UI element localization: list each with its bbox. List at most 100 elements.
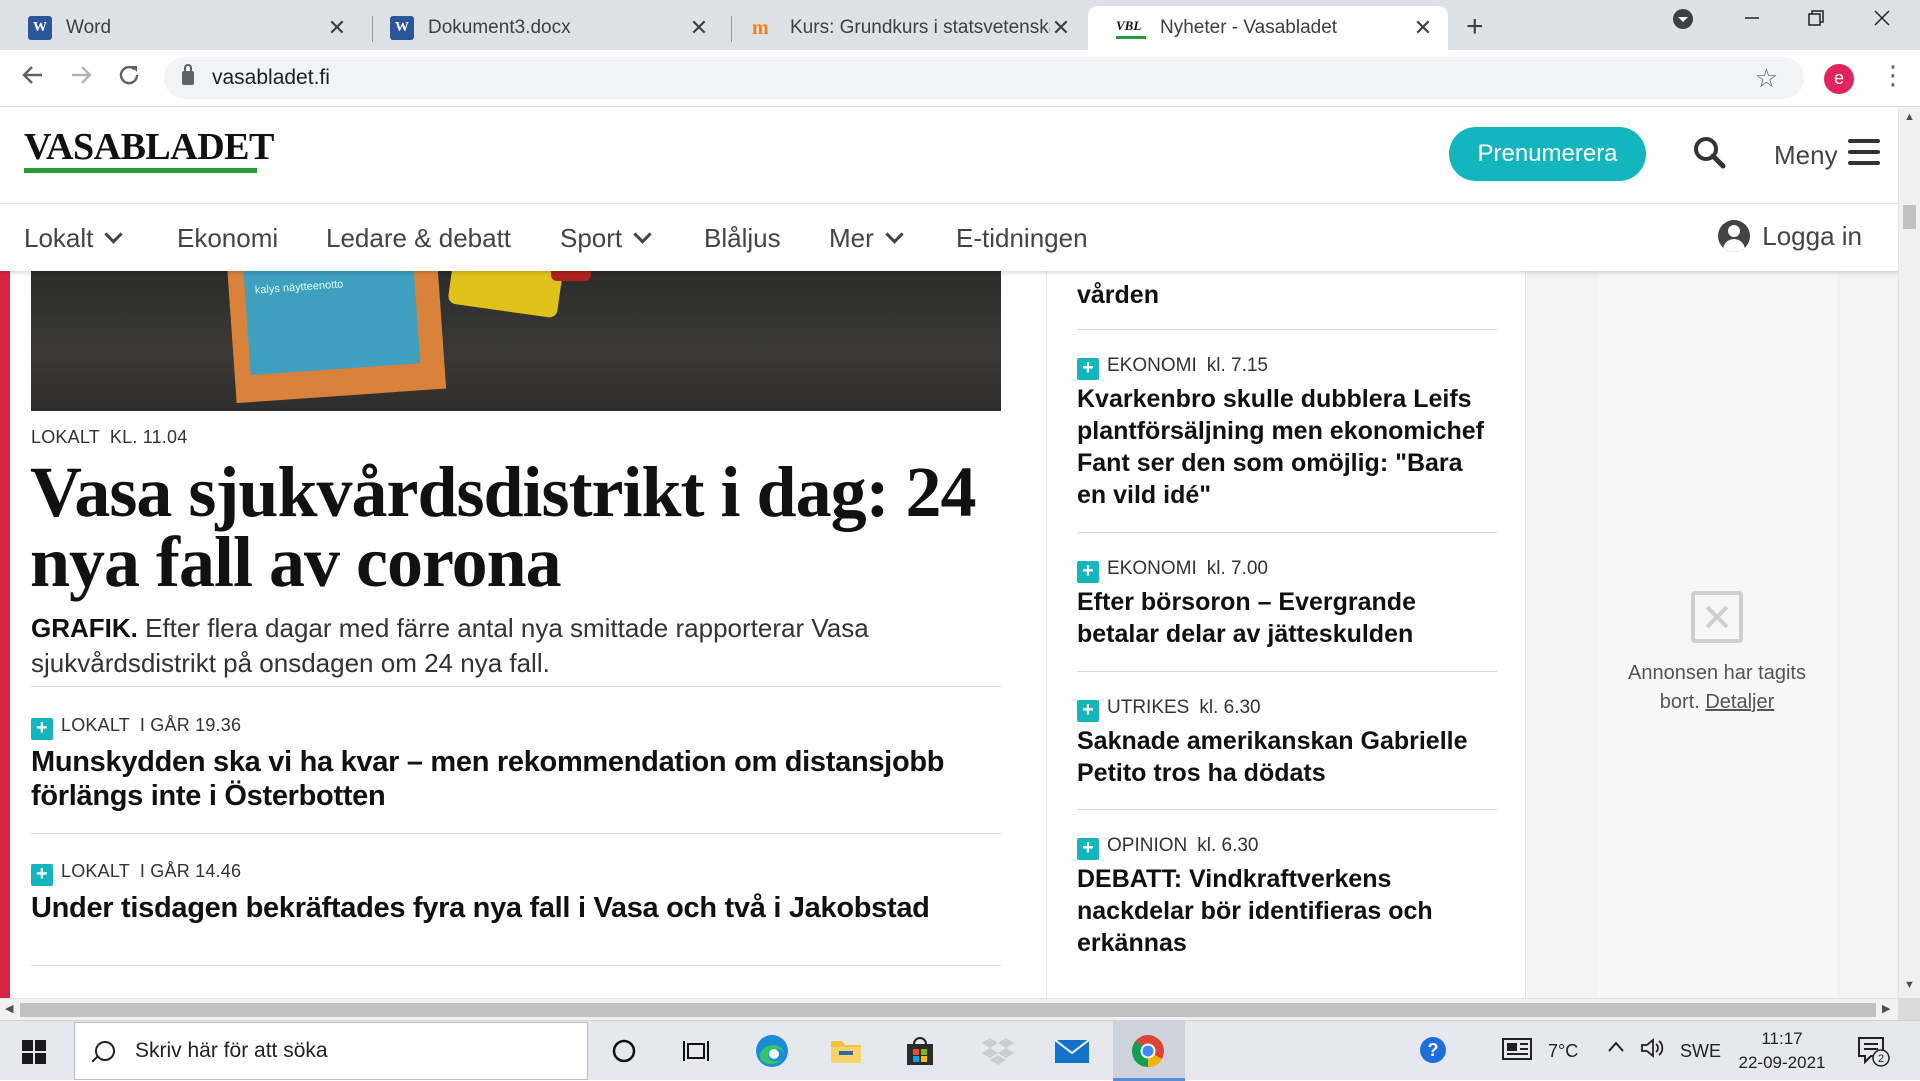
nav-item-e-tidningen[interactable]: E-tidningen (956, 223, 1088, 254)
window-close-icon[interactable] (1872, 8, 1892, 34)
news-weather-icon[interactable] (1502, 1037, 1536, 1066)
close-icon[interactable]: ✕ (1050, 15, 1072, 41)
story-headline[interactable]: vården (1077, 279, 1497, 311)
lead-story-headline[interactable]: Vasa sjukvårdsdistrikt i dag: 24 nya fal… (30, 456, 1010, 598)
back-icon[interactable] (20, 62, 46, 95)
tab-title: Word (66, 17, 112, 38)
edge-icon[interactable] (752, 1031, 792, 1071)
nav-item-mer[interactable]: Mer (829, 223, 904, 254)
story-meta: + UTRIKES kl. 6.30 (1077, 697, 1261, 722)
chevron-down-icon[interactable] (633, 225, 652, 244)
lock-icon[interactable] (182, 64, 194, 85)
lead-story-image[interactable]: kalys näytteenotto (31, 271, 1001, 411)
reload-icon[interactable] (116, 62, 142, 95)
timestamp: kl. 7.15 (1206, 355, 1268, 376)
nav-label[interactable]: Lokalt (24, 223, 93, 254)
file-explorer-icon[interactable] (826, 1031, 866, 1071)
scroll-down-icon[interactable]: ▼ (1904, 979, 1915, 991)
red-object (551, 271, 591, 281)
nav-item-ekonomi[interactable]: Ekonomi (177, 223, 278, 254)
story-headline[interactable]: Kvarkenbro skulle dubblera Leifs plantfö… (1077, 383, 1497, 511)
horizontal-scrollbar[interactable]: ◀ ▶ (0, 998, 1898, 1020)
hamburger-icon[interactable] (1848, 139, 1880, 167)
mail-icon[interactable] (1052, 1031, 1092, 1071)
taskbar-search-box[interactable]: Skriv här för att söka (74, 1022, 588, 1080)
nav-label[interactable]: Ekonomi (177, 223, 278, 254)
input-language[interactable]: SWE (1680, 1041, 1721, 1062)
system-clock[interactable]: 11:17 22-09-2021 (1734, 1027, 1830, 1075)
story-headline[interactable]: Efter börsoron – Evergrande betalar dela… (1077, 586, 1497, 650)
scrollbar-thumb[interactable] (1903, 205, 1916, 229)
microsoft-store-icon[interactable] (900, 1031, 940, 1071)
search-icon[interactable] (1692, 135, 1726, 169)
bookmark-star-icon[interactable]: ☆ (1755, 63, 1778, 94)
ad-details-link[interactable]: Detaljer (1705, 691, 1774, 713)
search-placeholder[interactable]: Skriv här för att söka (135, 1039, 328, 1063)
chevron-down-icon[interactable] (104, 225, 124, 244)
forward-icon[interactable] (68, 62, 94, 95)
lead-story-ingress[interactable]: GRAFIK. Efter flera dagar med färre anta… (31, 611, 991, 681)
story-headline[interactable]: DEBATT: Vindkraftverkens nackdelar bör i… (1077, 863, 1497, 959)
vertical-scrollbar[interactable]: ▲ ▼ (1898, 107, 1920, 998)
section-label: LOKALT (31, 427, 100, 447)
url-text[interactable]: vasabladet.fi (212, 66, 330, 90)
nav-label[interactable]: Mer (829, 223, 874, 254)
nav-item-ledare-debatt[interactable]: Ledare & debatt (326, 223, 511, 254)
browser-tab-vasabladet[interactable]: VBL Nyheter - Vasabladet ✕ (1088, 6, 1448, 50)
login-button[interactable]: Logga in (1718, 220, 1862, 252)
chevron-down-icon[interactable] (885, 225, 904, 244)
nav-label[interactable]: Ledare & debatt (326, 223, 511, 254)
address-bar[interactable]: vasabladet.fi ☆ (164, 57, 1804, 99)
premium-plus-icon: + (1077, 838, 1099, 860)
profile-avatar[interactable]: e (1824, 64, 1854, 94)
clock-date[interactable]: 22-09-2021 (1734, 1051, 1830, 1075)
restore-icon[interactable] (1806, 8, 1826, 34)
menu-button-label[interactable]: Meny (1774, 140, 1838, 171)
clock-time[interactable]: 11:17 (1734, 1027, 1830, 1051)
story-headline[interactable]: Under tisdagen bekräftades fyra nya fall… (31, 891, 1001, 925)
tab-search-icon[interactable] (1672, 8, 1694, 36)
nav-item-sport[interactable]: Sport (560, 223, 652, 254)
divider (31, 965, 1001, 966)
scroll-up-icon[interactable]: ▲ (1904, 111, 1915, 123)
browser-tab-kurs[interactable]: m Kurs: Grundkurs i statsvetenskap ✕ (724, 6, 1086, 50)
chevron-up-icon[interactable] (1606, 1037, 1626, 1062)
browser-tab-word[interactable]: W Word ✕ (0, 6, 362, 50)
close-icon[interactable]: ✕ (1412, 15, 1434, 41)
tab-title: Dokument3.docx (428, 17, 571, 38)
scroll-left-icon[interactable]: ◀ (5, 1002, 13, 1015)
story-meta: + LOKALT I GÅR 14.46 (31, 861, 241, 886)
ingress-text: Efter flera dagar med färre antal nya sm… (31, 613, 869, 678)
help-icon[interactable]: ? (1418, 1035, 1448, 1070)
task-view-icon[interactable] (676, 1031, 716, 1071)
temperature-label[interactable]: 7°C (1548, 1041, 1578, 1062)
dropbox-icon[interactable] (978, 1031, 1018, 1071)
section-nav: Lokalt Ekonomi Ledare & debatt Sport Blå… (0, 203, 1898, 271)
browser-tab-dokument3[interactable]: W Dokument3.docx ✕ (362, 6, 724, 50)
nav-item-lokalt[interactable]: Lokalt (24, 223, 124, 254)
nav-label[interactable]: Blåljus (704, 223, 781, 254)
minimize-icon[interactable] (1742, 8, 1762, 34)
subscribe-button[interactable]: Prenumerera (1449, 127, 1646, 181)
story-headline[interactable]: Munskydden ska vi ha kvar – men rekommen… (31, 745, 1001, 813)
login-label[interactable]: Logga in (1762, 221, 1862, 252)
site-logo[interactable]: VASABLADET (24, 125, 274, 169)
scroll-right-icon[interactable]: ▶ (1882, 1002, 1890, 1015)
windows-start-icon[interactable] (22, 1040, 46, 1064)
nav-label[interactable]: E-tidningen (956, 223, 1088, 254)
new-tab-button[interactable]: + (1466, 10, 1484, 44)
story-headline[interactable]: Saknade amerikanskan Gabrielle Petito tr… (1077, 725, 1497, 789)
browser-menu-icon[interactable]: ⋮ (1880, 60, 1906, 91)
close-icon[interactable]: ✕ (326, 15, 348, 41)
timestamp: I GÅR 14.46 (139, 861, 242, 881)
close-icon[interactable]: ✕ (688, 15, 710, 41)
nav-item-blaljus[interactable]: Blåljus (704, 223, 781, 254)
scrollbar-thumb[interactable] (20, 1003, 1876, 1017)
chrome-icon[interactable] (1128, 1031, 1168, 1071)
nav-label[interactable]: Sport (560, 223, 622, 254)
sign-text: kalys näytteenotto (254, 278, 344, 297)
speaker-icon[interactable] (1640, 1037, 1666, 1064)
notification-center-icon[interactable]: 2 (1856, 1035, 1890, 1072)
cortana-icon[interactable] (604, 1031, 644, 1071)
user-icon[interactable] (1718, 220, 1751, 252)
